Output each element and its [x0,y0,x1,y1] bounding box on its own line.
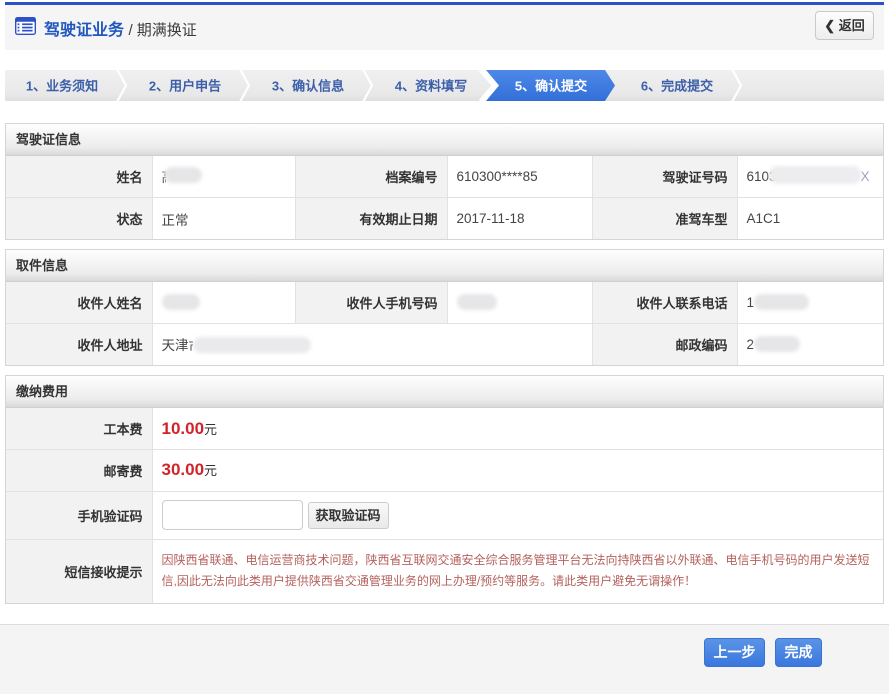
svg-text:2、用户申告: 2、用户申告 [149,79,221,94]
svg-text:4、资料填写: 4、资料填写 [395,79,467,94]
svg-text:3、确认信息: 3、确认信息 [272,79,344,94]
svg-text:5、确认提交: 5、确认提交 [515,79,587,94]
svg-text:6、完成提交: 6、完成提交 [641,79,713,94]
svg-text:1、业务须知: 1、业务须知 [26,79,98,94]
